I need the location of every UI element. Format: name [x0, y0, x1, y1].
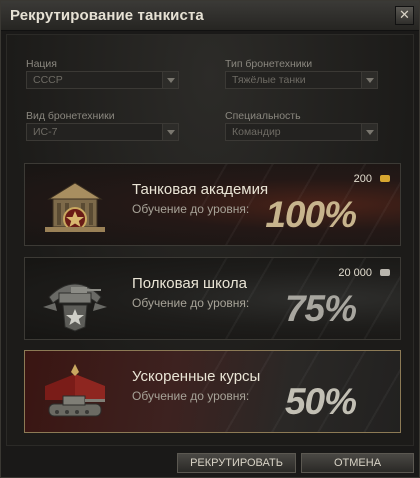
chevron-down-icon [361, 72, 377, 88]
option-percent: 50% [284, 381, 357, 422]
close-icon: ✕ [399, 8, 410, 23]
nation-value: СССР [33, 74, 63, 86]
option-card-accelerated-courses[interactable]: Ускоренные курсы Обучение до уровня: 50% [24, 350, 401, 433]
specialty-value: Командир [232, 126, 281, 138]
close-button[interactable]: ✕ [395, 6, 414, 25]
option-subtitle: Обучение до уровня: [132, 296, 250, 310]
gold-icon [380, 175, 390, 182]
vehicle-type-select[interactable]: Тяжёлые танки [225, 71, 378, 89]
dialog-title: Рекрутирование танкиста [10, 7, 204, 24]
regimental-school-emblem-icon [43, 283, 107, 332]
specialty-select[interactable]: Командир [225, 123, 378, 141]
specialty-label: Специальность [225, 110, 301, 122]
chevron-down-icon [162, 72, 178, 88]
option-card-academy[interactable]: Танковая академия Обучение до уровня: 10… [24, 163, 401, 246]
title-bar[interactable]: Рекрутирование танкиста ✕ [1, 1, 419, 31]
recruit-button[interactable]: РЕКРУТИРОВАТЬ [177, 453, 296, 473]
nation-select[interactable]: СССР [26, 71, 179, 89]
chevron-down-icon [361, 124, 377, 140]
option-price: 200 [353, 173, 372, 185]
option-title: Ускоренные курсы [132, 368, 261, 385]
academy-emblem-icon [45, 182, 105, 232]
vehicle-select[interactable]: ИС-7 [26, 123, 179, 141]
option-title: Танковая академия [132, 181, 269, 198]
option-subtitle: Обучение до уровня: [132, 202, 250, 216]
option-card-regimental-school[interactable]: Полковая школа Обучение до уровня: 75% 2… [24, 257, 401, 340]
vehicle-label: Вид бронетехники [26, 110, 115, 122]
nation-label: Нация [26, 58, 57, 70]
chevron-down-icon [162, 124, 178, 140]
vehicle-type-value: Тяжёлые танки [232, 74, 306, 86]
option-percent: 100% [265, 194, 357, 235]
option-subtitle: Обучение до уровня: [132, 389, 250, 403]
tank-courses-emblem-icon [45, 364, 105, 417]
option-title: Полковая школа [132, 275, 247, 292]
cancel-button[interactable]: ОТМЕНА [301, 453, 414, 473]
recruit-dialog: Рекрутирование танкиста ✕ Нация СССР Тип… [0, 0, 420, 478]
vehicle-value: ИС-7 [33, 126, 58, 138]
vehicle-type-label: Тип бронетехники [225, 58, 313, 70]
option-percent: 75% [284, 288, 357, 329]
credits-icon [380, 269, 390, 276]
option-price: 20 000 [338, 267, 372, 279]
